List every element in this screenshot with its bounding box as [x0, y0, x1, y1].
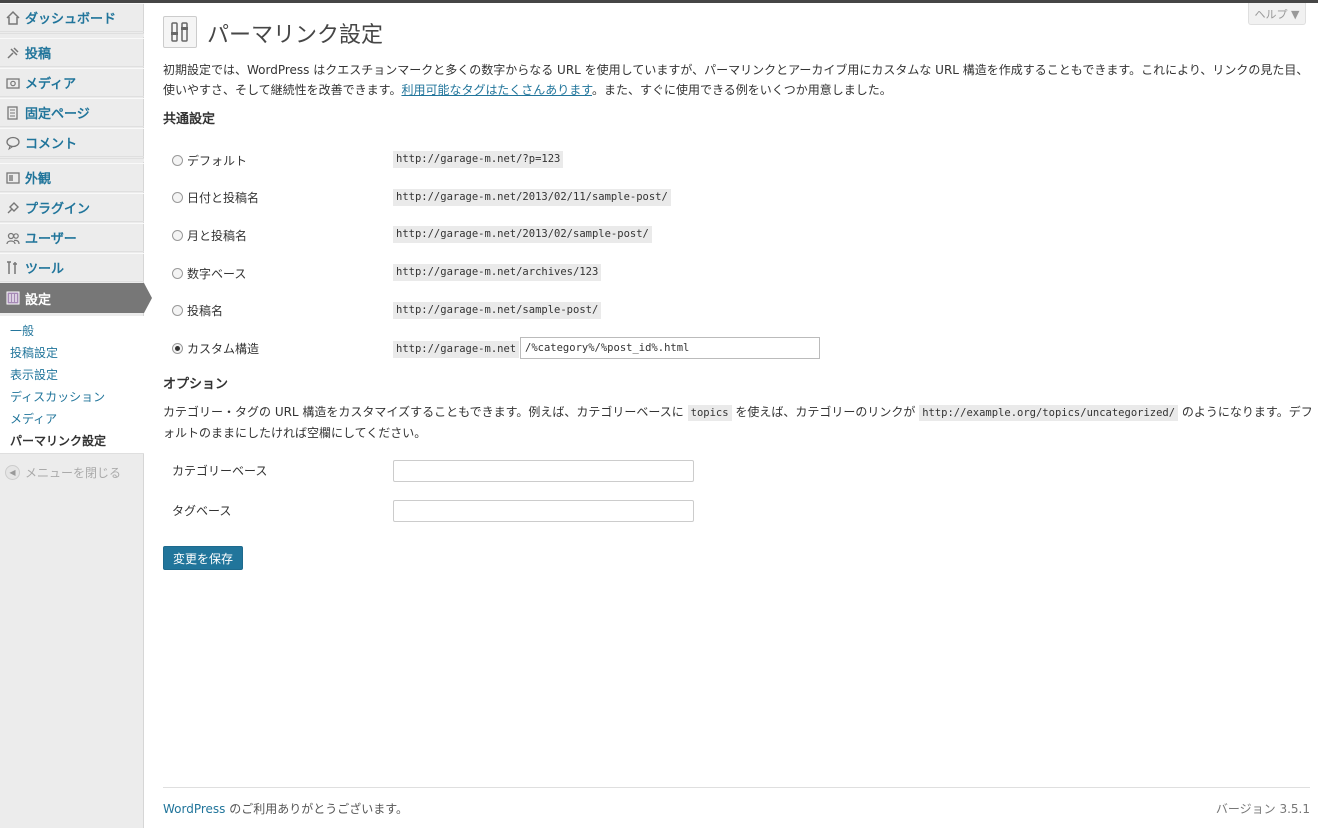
top-admin-bar	[0, 0, 1318, 3]
comment-icon	[4, 134, 22, 152]
example-url: http://garage-m.net/archives/123	[393, 264, 602, 281]
radio-post-name[interactable]	[172, 305, 183, 316]
sidebar-item-pages[interactable]: 固定ページ	[0, 98, 144, 127]
option-day-name[interactable]: 日付と投稿名	[172, 189, 259, 206]
sidebar-item-label: コメント	[25, 137, 78, 152]
example-url: http://garage-m.net/2013/02/11/sample-po…	[393, 189, 671, 206]
active-menu-arrow	[144, 283, 152, 313]
option-label: 数字ベース	[187, 267, 247, 281]
sidebar-item-posts[interactable]: 投稿	[0, 38, 144, 67]
collapse-arrow-icon: ◀	[5, 465, 20, 480]
example-url: http://garage-m.net/2013/02/sample-post/	[393, 226, 652, 243]
media-icon	[4, 74, 22, 92]
settings-page-icon	[163, 16, 197, 48]
radio-numeric[interactable]	[172, 268, 183, 279]
desc-text: カテゴリー・タグの URL 構造をカスタマイズすることもできます。例えば、カテゴ…	[163, 405, 688, 419]
submenu-general[interactable]: 一般	[10, 322, 34, 339]
settings-icon	[4, 289, 22, 307]
page-title: パーマリンク設定	[207, 23, 384, 48]
sidebar-item-label: プラグイン	[25, 202, 91, 217]
sidebar-item-users[interactable]: ユーザー	[0, 223, 144, 252]
menu-separator	[0, 158, 144, 162]
radio-day-name[interactable]	[172, 192, 183, 203]
custom-structure-input[interactable]	[520, 337, 820, 359]
sidebar-item-label: 固定ページ	[25, 107, 90, 122]
submenu-media[interactable]: メディア	[10, 410, 57, 427]
example-url: http://garage-m.net/sample-post/	[393, 302, 602, 319]
sidebar-item-label: 設定	[25, 292, 52, 308]
pages-icon	[4, 104, 22, 122]
desc-text: を使えば、カテゴリーのリンクが	[731, 405, 920, 419]
sidebar-item-plugins[interactable]: プラグイン	[0, 193, 144, 222]
pin-icon	[4, 44, 22, 62]
option-custom[interactable]: カスタム構造	[172, 340, 259, 357]
sidebar-item-tools[interactable]: ツール	[0, 253, 144, 282]
available-tags-link[interactable]: 利用可能なタグはたくさんあります	[401, 83, 592, 97]
desc-code: topics	[687, 405, 732, 421]
desc-code: http://example.org/topics/uncategorized/	[919, 405, 1179, 421]
option-numeric[interactable]: 数字ベース	[172, 265, 246, 282]
sidebar-item-settings[interactable]: 設定	[0, 283, 144, 313]
intro-text: 初期設定では、WordPress はクエスチョンマークと多くの数字からなる UR…	[163, 60, 1313, 100]
footer-version: バージョン 3.5.1	[1215, 802, 1310, 816]
sidebar-item-appearance[interactable]: 外観	[0, 163, 144, 192]
category-base-input[interactable]	[393, 460, 694, 482]
sidebar-item-label: ユーザー	[25, 232, 77, 247]
sidebar-item-media[interactable]: メディア	[0, 68, 144, 97]
intro-text-part: 。また、すぐに使用できる例をいくつか用意しました。	[592, 83, 892, 97]
collapse-menu-button[interactable]: ◀ メニューを閉じる	[5, 464, 121, 481]
plugin-icon	[4, 199, 22, 217]
tag-base-input[interactable]	[393, 500, 694, 522]
custom-base-url: http://garage-m.net	[393, 341, 520, 358]
common-settings-heading: 共通設定	[163, 112, 216, 127]
submenu-discussion[interactable]: ディスカッション	[10, 388, 105, 405]
collapse-menu-label: メニューを閉じる	[25, 466, 122, 480]
example-url: http://garage-m.net/?p=123	[393, 151, 564, 168]
help-tab-button[interactable]: ヘルプ ▼	[1248, 3, 1306, 25]
optional-description: カテゴリー・タグの URL 構造をカスタマイズすることもできます。例えば、カテゴ…	[163, 402, 1313, 443]
footer-divider	[163, 787, 1310, 788]
users-icon	[4, 229, 22, 247]
footer-thanks-text: のご利用ありがとうございます。	[225, 802, 409, 816]
submenu-reading[interactable]: 表示設定	[10, 366, 58, 383]
radio-month-name[interactable]	[172, 230, 183, 241]
category-base-label: カテゴリーベース	[172, 464, 268, 478]
option-post-name[interactable]: 投稿名	[172, 302, 223, 319]
sidebar-item-label: ツール	[25, 262, 65, 277]
wordpress-link[interactable]: WordPress	[163, 802, 225, 816]
sidebar-item-label: 投稿	[25, 47, 52, 62]
sidebar-item-comments[interactable]: コメント	[0, 128, 144, 157]
sidebar-item-label: ダッシュボード	[25, 12, 117, 27]
option-month-name[interactable]: 月と投稿名	[172, 227, 247, 244]
dashboard-icon	[4, 9, 22, 27]
option-default[interactable]: デフォルト	[172, 152, 247, 169]
footer-thanks: WordPress のご利用ありがとうございます。	[163, 800, 408, 817]
menu-separator	[0, 33, 144, 37]
radio-custom[interactable]	[172, 343, 183, 354]
settings-submenu: 一般 投稿設定 表示設定 ディスカッション メディア パーマリンク設定	[0, 316, 144, 454]
appearance-icon	[4, 169, 22, 187]
option-label: 月と投稿名	[187, 229, 248, 243]
option-label: 投稿名	[187, 304, 224, 318]
sidebar-item-label: 外観	[25, 172, 52, 187]
tag-base-label: タグベース	[172, 504, 232, 518]
submenu-permalinks[interactable]: パーマリンク設定	[10, 432, 106, 449]
option-label: カスタム構造	[187, 342, 260, 356]
option-label: 日付と投稿名	[187, 191, 260, 205]
radio-default[interactable]	[172, 155, 183, 166]
tools-icon	[4, 259, 22, 277]
option-label: デフォルト	[187, 154, 248, 168]
optional-heading: オプション	[163, 377, 229, 392]
sidebar-item-dashboard[interactable]: ダッシュボード	[0, 3, 144, 32]
admin-sidebar: ダッシュボード 投稿 メディア 固定ページ コメント 外観 プラグイン ユーザー…	[0, 3, 144, 828]
sidebar-item-label: メディア	[25, 77, 77, 92]
save-changes-button[interactable]: 変更を保存	[163, 546, 243, 570]
submenu-writing[interactable]: 投稿設定	[10, 344, 58, 361]
